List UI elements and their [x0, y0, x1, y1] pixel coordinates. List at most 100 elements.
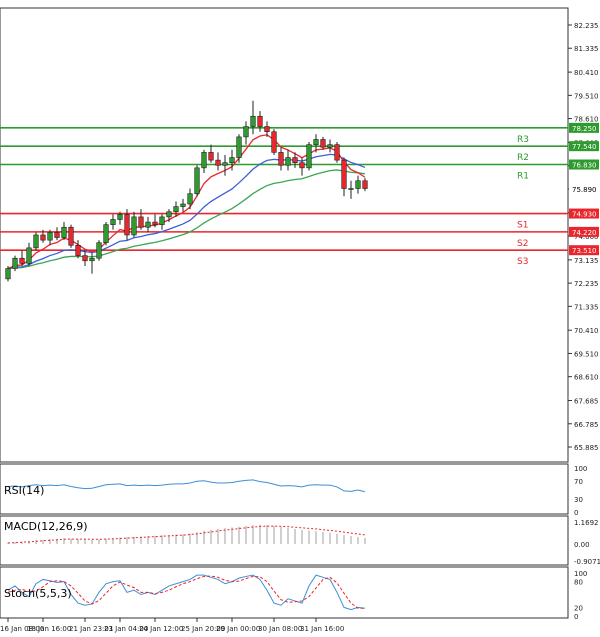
level-price-label: 76.830 [572, 162, 597, 170]
level-name-s1: S1 [517, 221, 528, 231]
x-tick-label: 31 Jan 16:00 [300, 625, 344, 633]
macd-title: MACD(12,26,9) [4, 520, 88, 533]
stoch-tick-label: 80 [574, 579, 583, 587]
candle-body [348, 188, 354, 190]
candle-body [236, 136, 242, 158]
stoch-tick-label: 0 [574, 613, 578, 621]
candle-body [145, 221, 151, 228]
stoch-panel-frame [0, 566, 569, 619]
trading-chart: 82.23581.33580.41079.51078.61077.68576.7… [0, 7, 600, 633]
rsi-title: RSI(14) [4, 484, 44, 497]
price-tick-label: 72.235 [574, 280, 599, 288]
candle-body [243, 126, 249, 138]
candle-body [355, 180, 361, 189]
candle-body [278, 152, 284, 166]
candle-body [82, 255, 88, 262]
candle-body [194, 167, 200, 194]
level-price-label: 78.250 [572, 125, 597, 133]
candle-body [89, 257, 95, 262]
candle-body [47, 232, 53, 241]
rsi-tick-label: 100 [574, 465, 587, 473]
macd-tick-label: 1.1692 [574, 519, 599, 527]
candle-body [201, 152, 207, 169]
candle-body [159, 216, 165, 225]
candle-body [131, 216, 137, 236]
price-tick-label: 71.335 [574, 303, 599, 311]
candle-body [152, 221, 158, 225]
candle-body [180, 203, 186, 207]
candle-body [257, 115, 263, 127]
price-tick-label: 67.685 [574, 398, 599, 406]
candle-body [33, 234, 39, 249]
candle-body [68, 226, 74, 246]
candle-body [166, 211, 172, 218]
candle-body [313, 139, 319, 145]
level-price-label: 74.220 [572, 229, 597, 237]
rsi-tick-label: 70 [574, 478, 583, 486]
x-tick-label: 29 Jan 00:00 [216, 625, 260, 633]
candle-body [222, 162, 228, 166]
price-tick-label: 73.135 [574, 257, 599, 265]
candle-body [215, 159, 221, 166]
level-price-label: 73.510 [572, 247, 597, 255]
candle-body [5, 268, 11, 280]
stoch-tick-label: 20 [574, 604, 583, 612]
candle-body [75, 244, 81, 256]
candle-body [54, 232, 60, 238]
stoch-panel: 10080 200 Stoch(5,5,3) [0, 566, 587, 621]
price-panel-frame [0, 7, 569, 463]
candle-body [285, 157, 291, 166]
rsi-panel: 100 70 30 0 RSI(14) [0, 463, 587, 517]
candle-body [306, 144, 312, 169]
candle-body [19, 257, 25, 264]
candle-body [229, 157, 235, 163]
candle-body [117, 214, 123, 220]
candle-body [124, 214, 130, 236]
price-tick-label: 66.785 [574, 421, 599, 429]
candle-body [110, 219, 116, 225]
price-tick-label: 78.610 [574, 116, 599, 124]
x-tick-label: 18 Jan 16:00 [27, 625, 71, 633]
macd-panel: 1.1692 0.00 -0.9071 MACD(12,26,9) [0, 515, 600, 566]
candle-body [12, 257, 18, 269]
candle-body [264, 126, 270, 133]
level-price-label: 77.540 [572, 143, 597, 151]
candle-body [334, 144, 340, 161]
rsi-tick-label: 0 [574, 509, 578, 517]
price-tick-label: 70.410 [574, 327, 599, 335]
candle-body [40, 234, 46, 241]
candle-body [26, 247, 32, 264]
candle-body [271, 131, 277, 153]
candle-body [103, 224, 109, 244]
candle-body [173, 206, 179, 213]
level-price-label: 74.930 [572, 211, 597, 219]
candle-body [187, 193, 193, 205]
candle-body [96, 242, 102, 259]
candle-body [138, 216, 144, 228]
candle-body [208, 152, 214, 161]
stoch-tick-label: 100 [574, 570, 587, 578]
price-tick-label: 80.410 [574, 69, 599, 77]
candle-body [250, 115, 256, 127]
macd-tick-label: 0.00 [574, 541, 590, 549]
rsi-tick-label: 30 [574, 496, 583, 504]
price-tick-label: 81.335 [574, 45, 599, 53]
current-price-label: 75.890 [572, 186, 597, 194]
macd-tick-label: -0.9071 [574, 558, 600, 566]
level-name-r2: R2 [517, 153, 529, 163]
price-tick-label: 68.610 [574, 374, 599, 382]
level-name-r3: R3 [517, 135, 529, 145]
x-tick-label: 30 Jan 08:00 [258, 625, 302, 633]
candle-body [292, 157, 298, 163]
price-tick-label: 79.510 [574, 92, 599, 100]
x-axis: 16 Jan 08:0018 Jan 16:0021 Jan 23:0123 J… [0, 618, 344, 633]
candle-body [362, 180, 368, 189]
level-name-r1: R1 [517, 172, 529, 182]
price-tick-label: 82.235 [574, 22, 599, 30]
level-name-s3: S3 [517, 257, 528, 267]
price-panel: 82.23581.33580.41079.51078.61077.68576.7… [0, 7, 599, 463]
candle-body [320, 139, 326, 148]
price-tick-label: 65.885 [574, 444, 599, 452]
candle-body [327, 144, 333, 148]
price-tick-label: 69.510 [574, 350, 599, 358]
